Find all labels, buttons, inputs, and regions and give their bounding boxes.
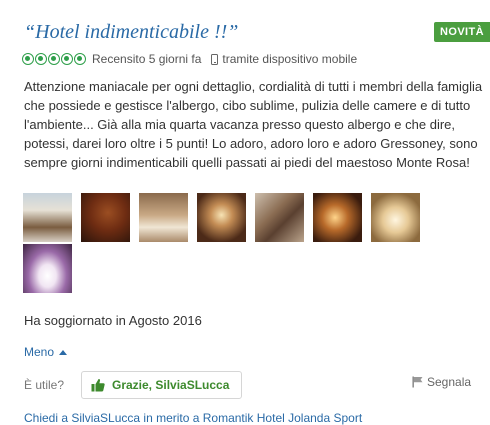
review-photo-thumbnail[interactable]	[23, 244, 72, 293]
report-link[interactable]: Segnala	[412, 375, 471, 389]
rating-bubbles	[22, 53, 86, 65]
rating-bubble-icon	[22, 53, 34, 65]
review-photo-thumbnail[interactable]	[313, 193, 362, 242]
caret-up-icon	[59, 350, 68, 355]
review-date: Recensito 5 giorni fa	[92, 52, 202, 66]
review-photo-thumbnail[interactable]	[139, 193, 188, 242]
useful-label: È utile?	[24, 378, 65, 392]
thumbs-up-icon	[91, 378, 105, 392]
review-card: “Hotel indimenticabile !!” NOVITÀ Recens…	[0, 0, 490, 425]
less-label: Meno	[24, 345, 55, 359]
mobile-phone-icon	[211, 53, 219, 65]
review-photo-thumbnail[interactable]	[81, 193, 130, 242]
stay-date: Ha soggiornato in Agosto 2016	[24, 313, 202, 328]
report-label: Segnala	[427, 375, 472, 389]
thanks-label: Grazie, SilviaSLucca	[112, 378, 230, 392]
rating-bubble-icon	[35, 53, 47, 65]
rating-bubble-icon	[61, 53, 73, 65]
review-photo-thumbnail[interactable]	[371, 193, 420, 242]
less-link[interactable]: Meno	[24, 345, 68, 360]
new-badge: NOVITÀ	[434, 22, 490, 42]
review-photo-thumbnail[interactable]	[23, 193, 72, 242]
review-photo-thumbnail[interactable]	[197, 193, 246, 242]
review-body: Attenzione maniacale per ogni dettaglio,…	[24, 79, 483, 170]
rating-bubble-icon	[48, 53, 60, 65]
device-text: tramite dispositivo mobile	[222, 52, 358, 66]
thanks-button[interactable]: Grazie, SilviaSLucca	[81, 371, 242, 399]
review-photo-thumbnail[interactable]	[255, 193, 304, 242]
review-title[interactable]: “Hotel indimenticabile !!”	[24, 20, 238, 44]
rating-bubble-icon	[74, 53, 86, 65]
flag-icon	[412, 376, 423, 388]
review-meta: Recensito 5 giorni fa tramite dispositiv…	[22, 51, 357, 67]
